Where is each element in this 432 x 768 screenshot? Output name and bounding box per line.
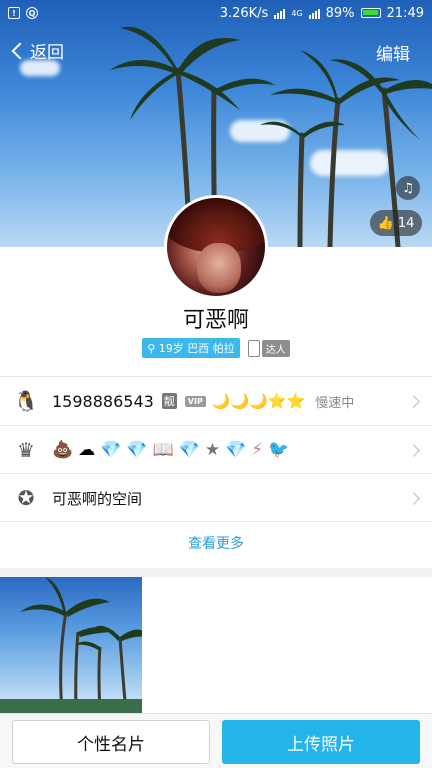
phone-icon <box>247 339 260 357</box>
wifi-signal-icon <box>274 8 286 19</box>
like-button[interactable]: 👍 14 <box>370 210 422 236</box>
level-icons: 🌙🌙🌙⭐⭐ <box>211 392 306 410</box>
info-tag-text: 19岁 巴西 帕拉 <box>158 342 235 355</box>
star-badge-icon: ★ <box>204 440 221 460</box>
notification-icon: ! <box>8 7 20 19</box>
talent-badge[interactable]: 达人 <box>247 339 290 357</box>
chevron-right-icon <box>407 394 420 408</box>
badge-list: 💩 ☁ 💎 💎 📖 💎 ★ 💎 ⚡ 🐦 <box>52 440 289 460</box>
qq-number: 1598886543 <box>52 391 154 411</box>
info-tag: ⚲ 19岁 巴西 帕拉 <box>142 338 240 358</box>
chevron-right-icon <box>407 443 420 457</box>
thumbs-up-icon: 👍 <box>377 215 394 231</box>
section-gap <box>0 568 432 577</box>
edit-button[interactable]: 编辑 <box>376 40 410 65</box>
nickname: 可恶啊 <box>182 308 249 333</box>
speed-status: 慢速中 <box>315 395 355 411</box>
battery-percent: 89% <box>325 5 355 21</box>
like-count: 14 <box>397 215 415 231</box>
photo-thumbnail[interactable] <box>0 577 142 713</box>
chevron-left-icon <box>11 42 29 59</box>
battery-icon <box>360 8 381 18</box>
talent-label: 达人 <box>261 339 290 357</box>
clock: 21:49 <box>386 5 424 21</box>
avatar-face <box>197 243 241 293</box>
gender-icon: ⚲ <box>147 342 156 355</box>
hat-badge-icon: 💩 <box>52 440 74 460</box>
vip-badge: VIP <box>184 395 206 407</box>
diamond-badge-icon: 💎 <box>225 440 247 460</box>
diamond-badge-icon: 💎 <box>100 440 122 460</box>
crown-icon: ♛ <box>17 438 35 462</box>
book-badge-icon: 📖 <box>152 440 174 460</box>
back-label: 返回 <box>30 43 64 63</box>
qq-notification-icon: Q <box>26 7 38 19</box>
photo-palm-illustration <box>0 577 142 713</box>
upload-photo-button[interactable]: 上传照片 <box>222 720 420 764</box>
see-more-link[interactable]: 查看更多 <box>0 521 432 568</box>
space-label: 可恶啊的空间 <box>52 489 143 508</box>
diamond-badge-icon: 💎 <box>178 440 200 460</box>
qzone-star-icon: ✪ <box>17 486 35 510</box>
back-button[interactable]: 返回 <box>10 38 64 63</box>
bottom-action-bar: 个性名片 上传照片 <box>0 713 432 768</box>
music-icon[interactable]: ♫ <box>396 176 420 200</box>
status-bar: ! Q 3.26K/s 4G 89% 21:49 <box>0 0 432 26</box>
lightning-badge-icon: ⚡ <box>251 440 264 460</box>
liang-badge: 靓 <box>161 393 177 409</box>
badges-row[interactable]: ♛ 💩 ☁ 💎 💎 📖 💎 ★ 💎 ⚡ 🐦 <box>0 426 432 474</box>
cell-signal-icon <box>308 8 320 19</box>
qzone-row[interactable]: ✪ 可恶啊的空间 <box>0 474 432 522</box>
diamond-badge-icon: 💎 <box>126 440 148 460</box>
penguin-icon: 🐧 <box>13 389 39 413</box>
chevron-right-icon <box>407 491 420 505</box>
network-type: 4G <box>291 8 303 18</box>
network-speed: 3.26K/s <box>219 5 269 21</box>
profile-page: ! Q 3.26K/s 4G 89% 21:49 返回 编辑 ♫ 👍 14 可恶… <box>0 0 432 768</box>
qq-info-row[interactable]: 🐧 1598886543 靓 VIP 🌙🌙🌙⭐⭐ 慢速中 <box>0 377 432 425</box>
bird-badge-icon: 🐦 <box>268 440 290 460</box>
cloud-vip-badge-icon: ☁ <box>78 440 96 460</box>
avatar[interactable] <box>164 195 268 299</box>
profile-card-button[interactable]: 个性名片 <box>12 720 210 764</box>
profile-tags: ⚲ 19岁 巴西 帕拉 达人 <box>0 338 432 358</box>
